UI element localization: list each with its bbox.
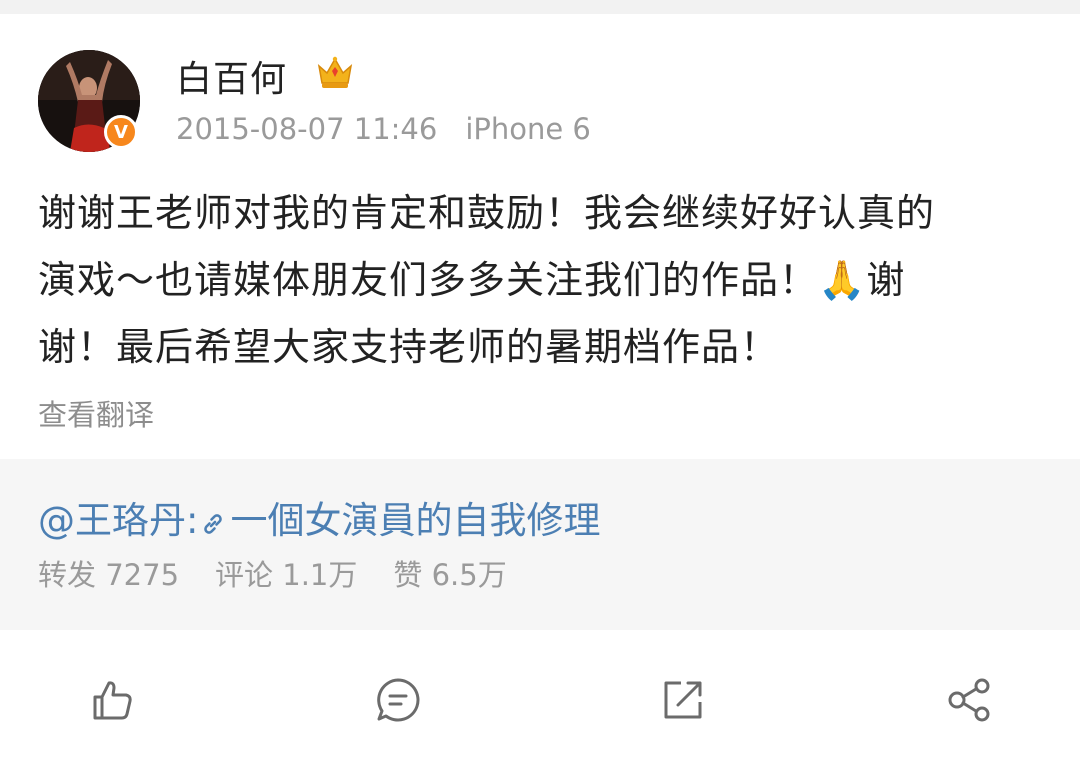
post-timestamp: 2015-08-07 11:46: [176, 112, 438, 146]
repost-icon: [664, 681, 702, 719]
repost-section[interactable]: [0, 459, 1080, 630]
repost-button[interactable]: [658, 675, 708, 725]
mention-link[interactable]: @王珞丹:: [38, 499, 198, 542]
post-meta: 2015-08-07 11:46 iPhone 6: [176, 112, 591, 146]
translate-link[interactable]: 查看翻译: [38, 392, 154, 434]
verified-badge-label: V: [114, 121, 128, 143]
share-button[interactable]: [944, 675, 994, 725]
like-icon: [93, 681, 132, 720]
like-count[interactable]: 赞 6.5万: [393, 558, 506, 592]
article-link[interactable]: 一個女演員的自我修理: [230, 499, 600, 542]
comment-icon: [377, 678, 420, 722]
like-button[interactable]: [87, 675, 137, 725]
author-name[interactable]: 白百何: [176, 50, 287, 102]
post-device: iPhone 6: [465, 112, 591, 146]
post-content-text: 演戏～也请媒体朋友们多多关注我们的作品！: [38, 258, 819, 302]
post-content-line: 谢谢王老师对我的肯定和鼓励！我会继续好好认真的: [38, 191, 936, 235]
post-content-line: 演戏～也请媒体朋友们多多关注我们的作品！🙏谢: [38, 247, 1042, 314]
post-content-text: 谢: [866, 258, 906, 302]
post-content: 谢谢王老师对我的肯定和鼓励！我会继续好好认真的 演戏～也请媒体朋友们多多关注我们…: [38, 180, 1042, 381]
comment-count[interactable]: 评论 1.1万: [215, 558, 357, 592]
pray-emoji: 🙏: [818, 258, 867, 302]
repost-count[interactable]: 转发 7275: [38, 558, 179, 592]
share-icon: [948, 678, 990, 722]
repost-stats: 转发 7275 评论 1.1万 赞 6.5万: [38, 552, 507, 594]
repost-origin[interactable]: @王珞丹: 一個女演員的自我修理: [38, 490, 600, 544]
post-content-line: 谢！最后希望大家支持老师的暑期档作品！: [38, 325, 780, 369]
verified-badge: V: [104, 115, 138, 149]
link-icon: [204, 514, 223, 534]
action-bar: [0, 630, 1080, 773]
comment-button[interactable]: [373, 675, 423, 725]
crown-icon[interactable]: [316, 54, 354, 90]
